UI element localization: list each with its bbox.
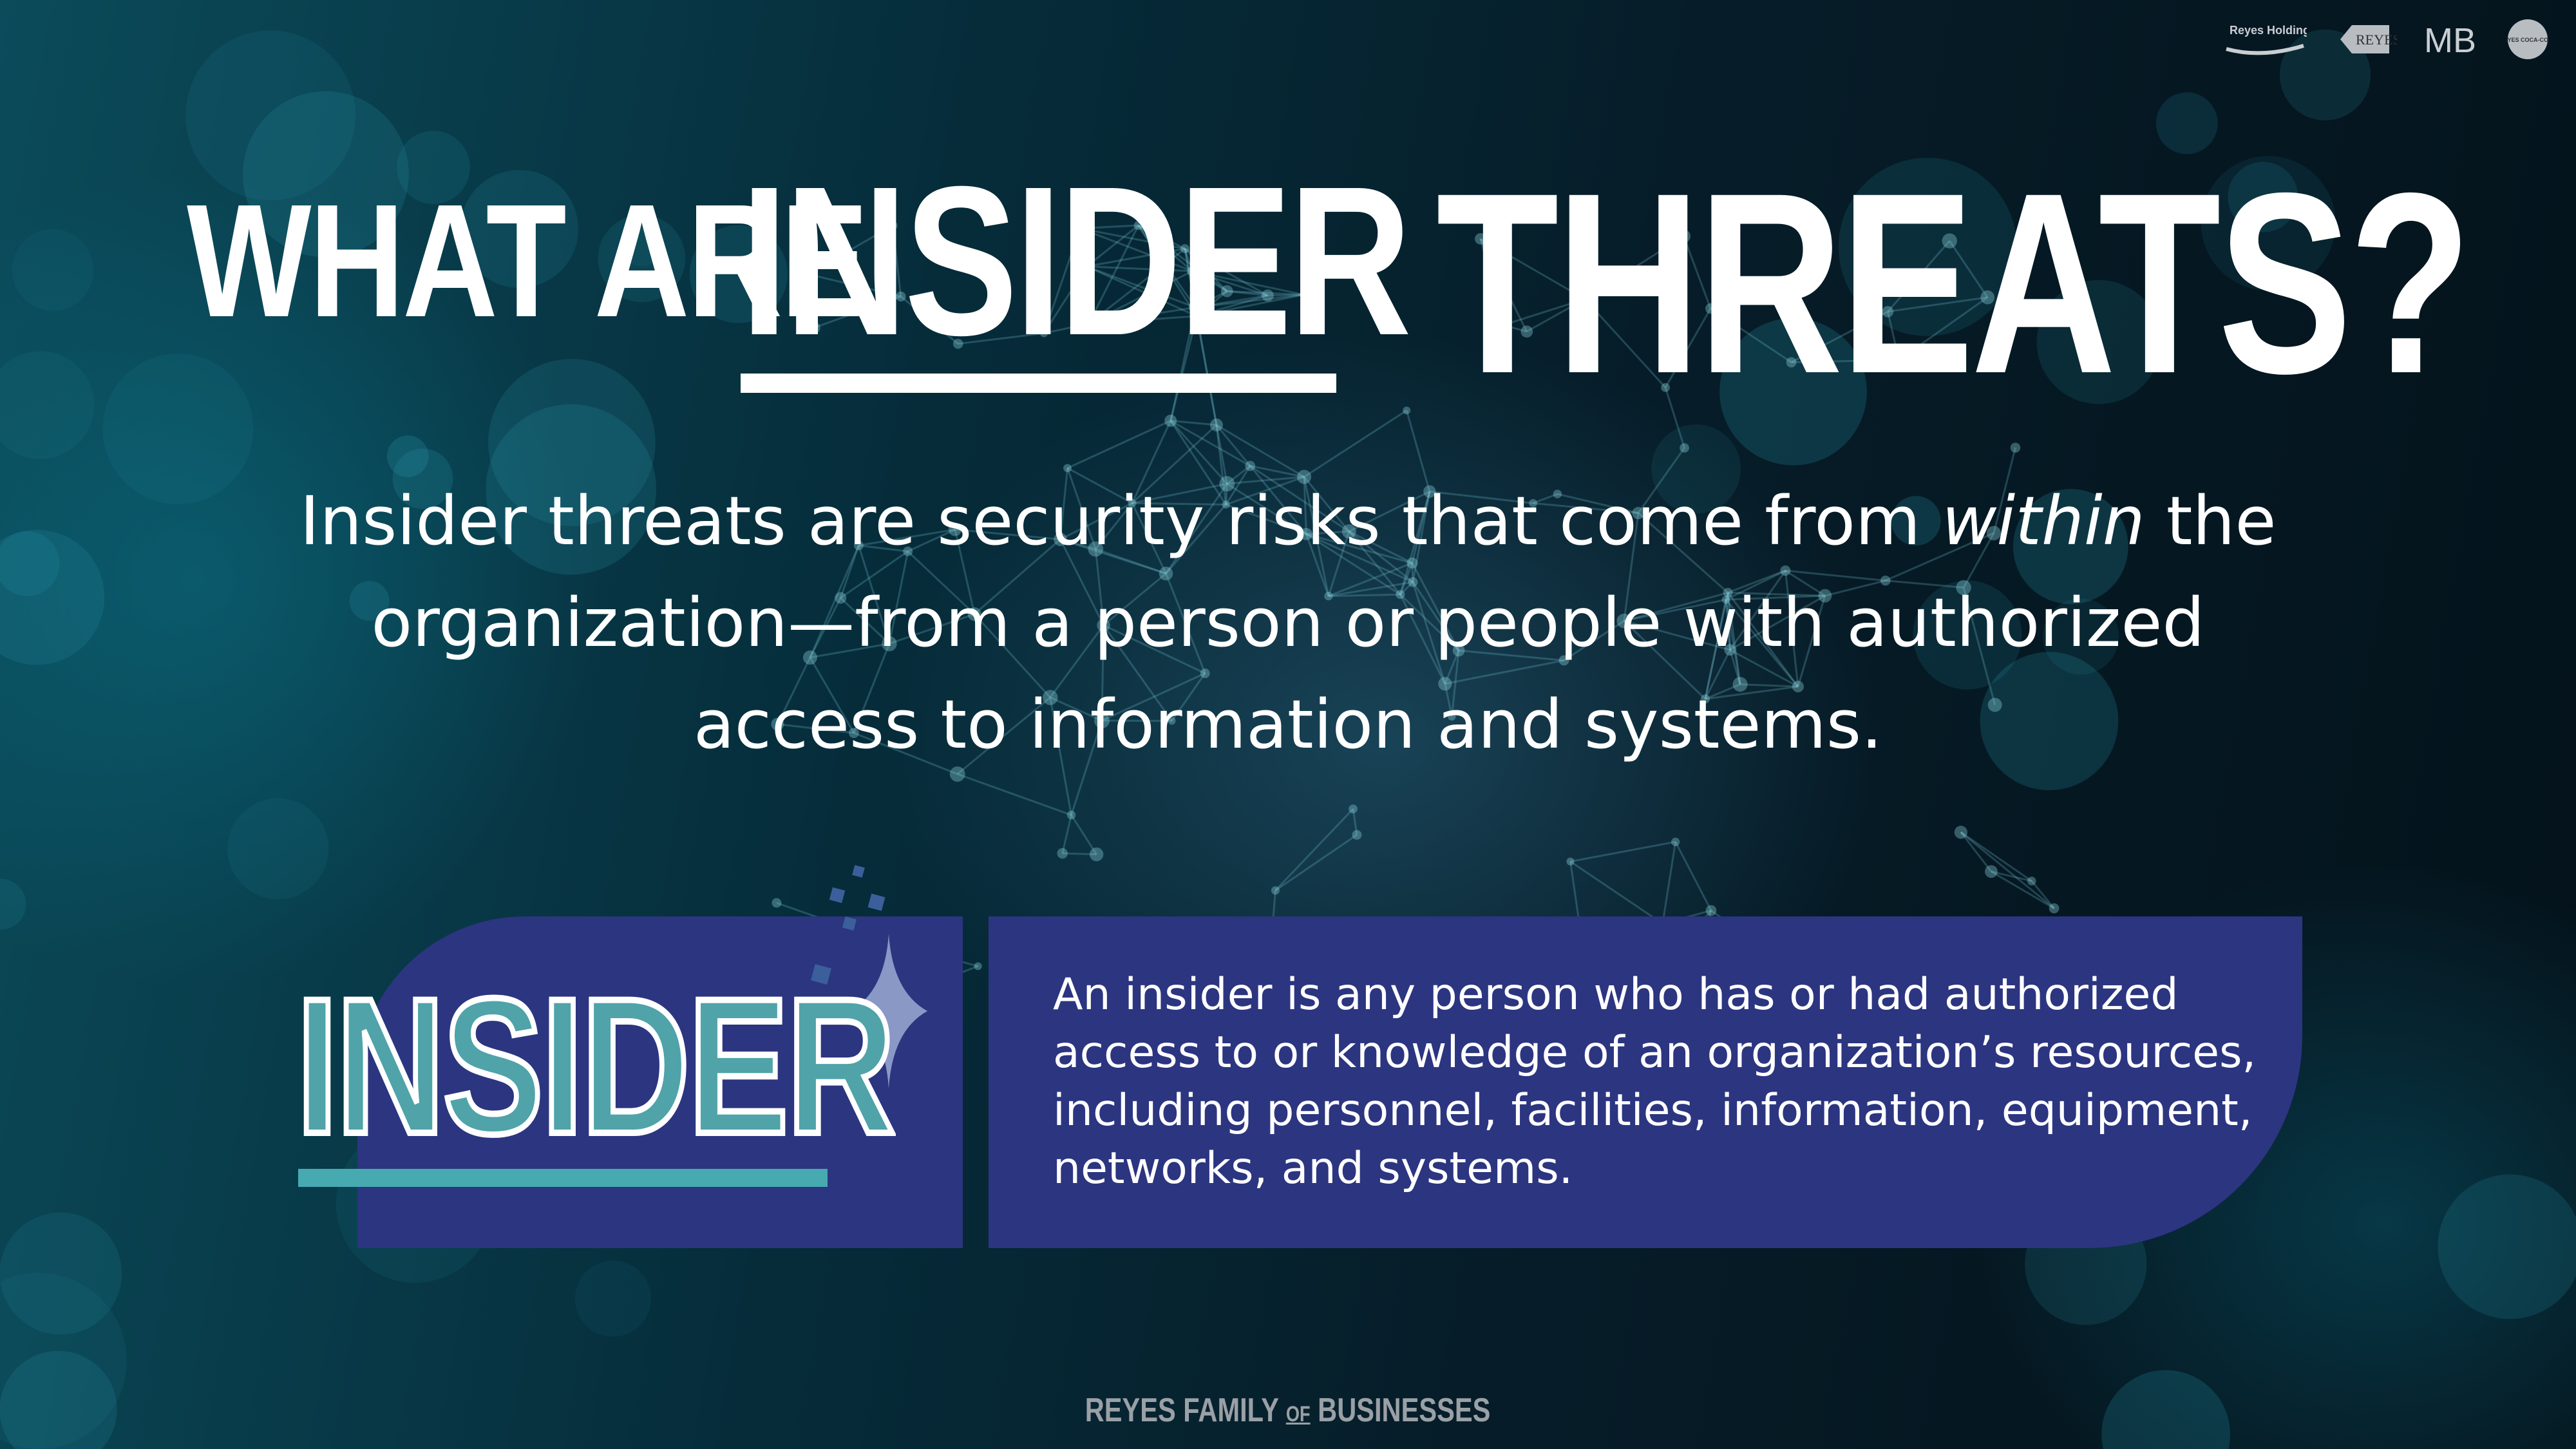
insider-word: INSIDER bbox=[294, 958, 898, 1174]
title-insider: INSIDER bbox=[741, 142, 1412, 379]
page-title: WHAT ARE INSIDER THREATS? bbox=[0, 155, 2576, 412]
mb-logo: MB bbox=[2424, 21, 2476, 59]
intro-paragraph: Insider threats are security risks that … bbox=[258, 470, 2318, 775]
reyes-holdings-logo: Reyes Holdings bbox=[2226, 24, 2307, 55]
footer-text: REYES FAMILY OF BUSINESSES bbox=[1085, 1391, 1491, 1430]
brand-logos: Reyes Holdings REYES MB REYES COCA-COLA bbox=[2223, 18, 2549, 61]
footer-right: BUSINESSES bbox=[1311, 1392, 1491, 1429]
footer-of: OF bbox=[1286, 1402, 1311, 1426]
svg-text:MB: MB bbox=[2424, 21, 2476, 59]
footer-brand: REYES FAMILY OF BUSINESSES bbox=[0, 1391, 2576, 1430]
insider-definition: An insider is any person who has or had … bbox=[1053, 969, 2257, 1194]
intro-emphasis: within bbox=[1942, 482, 2145, 560]
coca-cola-logo: REYES COCA-COLA bbox=[2506, 19, 2549, 59]
svg-text:REYES COCA-COLA: REYES COCA-COLA bbox=[2506, 37, 2549, 43]
reyes-logo: REYES bbox=[2340, 25, 2397, 53]
title-underline bbox=[741, 374, 1336, 393]
intro-text-start: Insider threats are security risks that … bbox=[299, 482, 1942, 560]
footer-left: REYES FAMILY bbox=[1085, 1392, 1287, 1429]
svg-text:Reyes Holdings: Reyes Holdings bbox=[2230, 24, 2307, 37]
insider-underline bbox=[298, 1169, 828, 1187]
title-threats: THREATS? bbox=[1436, 139, 2472, 427]
svg-text:REYES: REYES bbox=[2356, 32, 2397, 48]
